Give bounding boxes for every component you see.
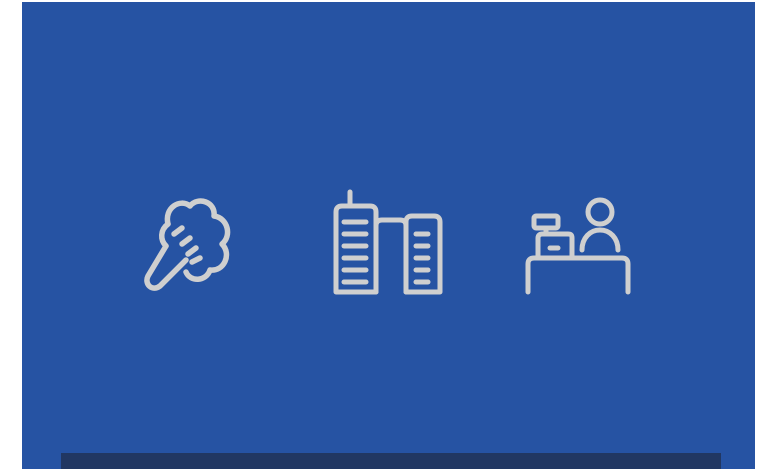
broccoli-icon (128, 188, 242, 302)
bottom-bar (61, 453, 721, 469)
cashier-register-icon (522, 188, 636, 302)
city-buildings-icon (330, 188, 444, 302)
icon-showcase-panel (22, 2, 755, 469)
